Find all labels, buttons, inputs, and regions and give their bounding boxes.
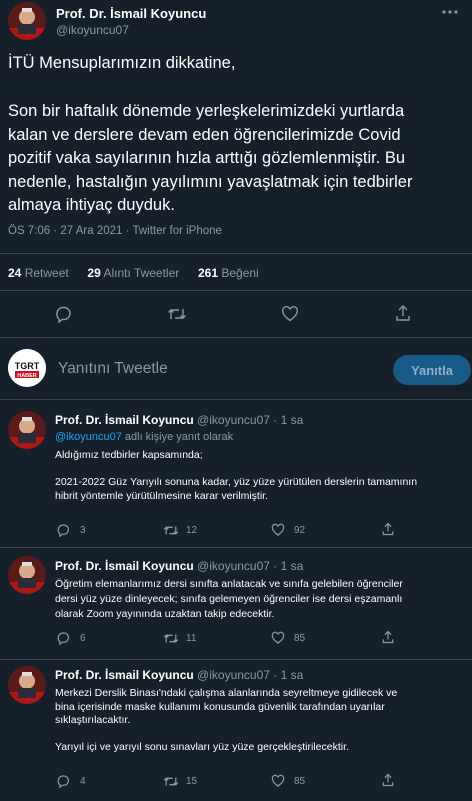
main-tweet-line1: İTÜ Mensuplarımızın dikkatine, [8, 54, 236, 72]
main-handle[interactable]: @ikoyuncu07 [56, 23, 129, 37]
reply-text-line: Öğretim elemanlarımız dersi sınıfta anla… [55, 578, 403, 590]
like-icon[interactable] [271, 774, 285, 788]
reply-submit-button[interactable]: Yanıtla [393, 355, 471, 385]
share-icon[interactable] [381, 522, 395, 536]
retweet-count: 12 [186, 525, 198, 536]
reply-avatar[interactable] [8, 556, 46, 594]
reply-handle[interactable]: @ikoyuncu07 [197, 413, 270, 427]
reply-text-line [55, 728, 397, 742]
main-tweet-meta[interactable]: ÖS 7:06 · 27 Ara 2021 · Twitter for iPho… [8, 225, 222, 237]
divider [0, 659, 472, 660]
divider [0, 337, 472, 338]
reply-text-line [55, 463, 417, 477]
compose-input[interactable]: Yanıtını Tweetle [58, 360, 168, 378]
reply-to-suffix: adlı kişiye yanıt olarak [124, 431, 234, 443]
reply-header: Prof. Dr. İsmail Koyuncu @ikoyuncu07 · 1… [55, 559, 303, 573]
reply-author-name[interactable]: Prof. Dr. İsmail Koyuncu [55, 668, 194, 682]
reply-icon[interactable] [56, 774, 70, 788]
reply-to-line: @ikoyuncu07 adlı kişiye yanıt olarak [55, 431, 233, 443]
reply-text-line: dersi yüz yüze dinleyecek; sınıfa geleme… [55, 593, 403, 605]
divider [0, 547, 472, 548]
reply-text-line: bina içerisinde maske kullanımı konusund… [55, 700, 385, 713]
main-author-name[interactable]: Prof. Dr. İsmail Koyuncu [56, 6, 206, 21]
reply-handle[interactable]: @ikoyuncu07 [197, 559, 270, 573]
share-icon[interactable] [394, 304, 412, 322]
main-tweet-body-line: Son bir haftalık dönemde yerleşkelerimiz… [8, 102, 405, 120]
like-icon[interactable] [281, 305, 299, 323]
more-horizontal-icon[interactable] [440, 6, 460, 18]
divider [0, 290, 472, 291]
like-icon[interactable] [271, 523, 285, 537]
retweet-icon[interactable] [167, 306, 187, 322]
like-count: 92 [294, 525, 306, 536]
reply-text-line: Yarıyıl içi ve yarıyıl sonu sınavları yü… [55, 741, 349, 753]
reply-text-line: sıklaştırılacaktır. [55, 714, 131, 726]
retweet-count: 15 [186, 776, 198, 787]
retweet-count[interactable]: 24 Retweet [8, 266, 69, 280]
reply-text-line: olarak Zoom yayınında uzaktan takip edec… [55, 608, 275, 620]
retweet-icon[interactable] [163, 632, 179, 645]
main-tweet-body-line: almaya ihtiyaç duyduk. [8, 196, 175, 214]
main-avatar[interactable] [8, 2, 46, 40]
reply-text-line: hibrit yöntemle yürütülmesine karar veri… [55, 489, 268, 502]
retweet-count: 11 [186, 633, 197, 644]
main-tweet-body-line: kalan ve derslere devam eden öğrencileri… [8, 125, 401, 144]
reply-time[interactable]: · 1 sa [273, 413, 303, 427]
main-tweet-body-line: nedenle, hastalığın yayılımını yavaşlatm… [8, 172, 413, 191]
reply-header: Prof. Dr. İsmail Koyuncu @ikoyuncu07 · 1… [55, 413, 303, 427]
reply-text: Merkezi Derslik Binası'ndaki çalışma ala… [55, 687, 397, 755]
reply-handle[interactable]: @ikoyuncu07 [197, 668, 270, 682]
reply-author-name[interactable]: Prof. Dr. İsmail Koyuncu [55, 413, 194, 427]
share-icon[interactable] [381, 630, 395, 644]
reply-header: Prof. Dr. İsmail Koyuncu @ikoyuncu07 · 1… [55, 668, 303, 682]
compose-avatar: TGRT HABER [8, 349, 46, 387]
quote-count[interactable]: 29 Alıntı Tweetler [87, 266, 179, 280]
reply-icon[interactable] [56, 523, 70, 537]
main-tweet-body-line: pozitif vaka sayılarının hızla arttığı g… [8, 149, 406, 167]
reply-to-handle[interactable]: @ikoyuncu07 [55, 431, 122, 443]
main-tweet-body: Son bir haftalık dönemde yerleşkelerimiz… [8, 100, 412, 218]
reply-text-line: 2021-2022 Güz Yarıyılı sonuna kadar, yüz… [55, 476, 418, 488]
like-count[interactable]: 261 Beğeni [198, 266, 259, 280]
reply-text-line: Aldığımız tedbirler kapsamında; [55, 449, 203, 461]
compose-avatar-logo-top: TGRT [15, 361, 40, 371]
reply-author-name[interactable]: Prof. Dr. İsmail Koyuncu [55, 559, 194, 573]
like-count: 85 [294, 633, 306, 644]
reply-time[interactable]: · 1 sa [273, 668, 303, 682]
reply-avatar[interactable] [8, 666, 46, 704]
reply-text: Aldığımız tedbirler kapsamında; 2021-202… [55, 449, 417, 503]
reply-text: Öğretim elemanlarımız dersi sınıfta anla… [55, 577, 403, 622]
retweet-icon[interactable] [163, 775, 179, 788]
reply-count: 6 [80, 633, 86, 644]
divider [0, 253, 472, 254]
compose-avatar-logo-bottom: HABER [17, 373, 37, 379]
like-icon[interactable] [271, 631, 285, 645]
share-icon[interactable] [381, 773, 395, 787]
reply-time[interactable]: · 1 sa [273, 559, 303, 573]
divider [0, 399, 472, 400]
retweet-icon[interactable] [163, 524, 179, 537]
reply-icon[interactable] [54, 305, 72, 323]
reply-icon[interactable] [56, 631, 70, 645]
reply-text-line: Merkezi Derslik Binası'ndaki çalışma ala… [55, 687, 398, 699]
reply-avatar[interactable] [8, 411, 46, 449]
like-count: 85 [294, 776, 306, 787]
reply-count: 3 [80, 525, 86, 536]
tweet-stats: 24 Retweet 29 Alıntı Tweetler 261 Beğeni [8, 266, 259, 280]
reply-count: 4 [80, 776, 86, 787]
